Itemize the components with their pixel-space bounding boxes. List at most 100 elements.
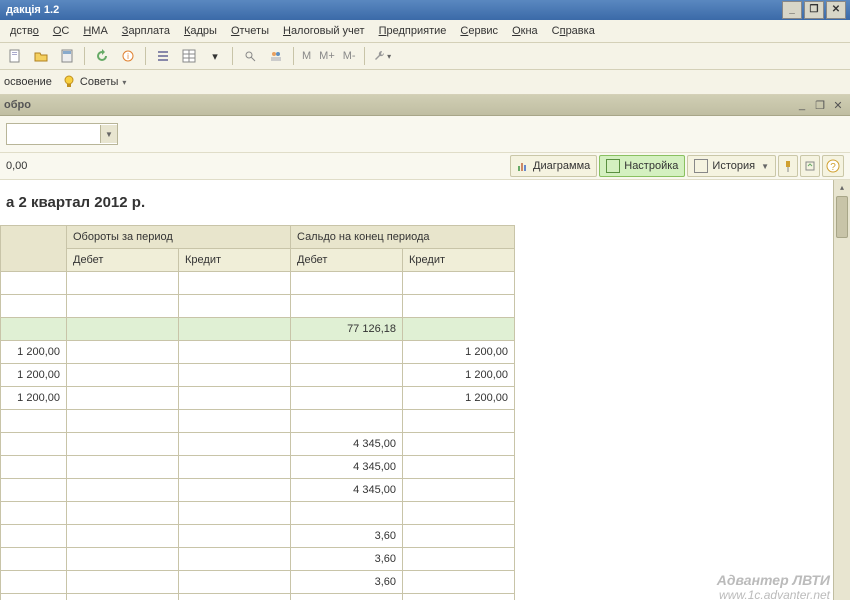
cell	[1, 318, 67, 341]
col-header-debit-2: Дебет	[291, 249, 403, 272]
toolbar-arrow-icon[interactable]: ▾	[204, 45, 226, 67]
toolbar-separator	[293, 47, 294, 65]
scroll-up-icon[interactable]: ▴	[834, 180, 850, 194]
cell	[179, 571, 291, 594]
menu-ос[interactable]: ОС	[47, 23, 76, 39]
menu-окна[interactable]: Окна	[506, 23, 544, 39]
pin-icon	[782, 160, 794, 172]
cell	[1, 410, 67, 433]
window-title: дакція 1.2	[6, 0, 59, 20]
balance-value: 0,00	[6, 160, 27, 172]
window-buttons: _ ❐ ✕	[782, 1, 846, 19]
menu-дство[interactable]: дство	[4, 23, 45, 39]
table-row[interactable]	[1, 272, 515, 295]
table-row[interactable]: 4 345,00	[1, 479, 515, 502]
cell	[1, 433, 67, 456]
toolbar-list-icon[interactable]	[152, 45, 174, 67]
minimize-button[interactable]: _	[782, 1, 802, 19]
table-row[interactable]	[1, 594, 515, 600]
toolbar-wrench-icon[interactable]: ▾	[371, 45, 393, 67]
memory-m-plus[interactable]: M+	[317, 50, 337, 62]
menu-сервис[interactable]: Сервис	[454, 23, 504, 39]
menu-справка[interactable]: Справка	[546, 23, 601, 39]
toolbar-info-icon[interactable]: i	[117, 45, 139, 67]
toolbar-table-icon[interactable]	[178, 45, 200, 67]
toolbar-refresh-icon[interactable]	[91, 45, 113, 67]
report-title: а 2 квартал 2012 р.	[6, 194, 833, 211]
cell	[67, 341, 179, 364]
cell	[67, 295, 179, 318]
cell	[179, 548, 291, 571]
menu-зарплата[interactable]: Зарплата	[116, 23, 176, 39]
list-icon	[694, 159, 708, 173]
table-row[interactable]	[1, 295, 515, 318]
cell	[403, 272, 515, 295]
account-combo[interactable]: ▼	[6, 123, 118, 145]
menu-отчеты[interactable]: Отчеты	[225, 23, 275, 39]
action-export-button[interactable]	[800, 155, 820, 177]
menu-нма[interactable]: НМА	[77, 23, 113, 39]
toolbar-users-icon[interactable]	[265, 45, 287, 67]
window-titlebar: дакція 1.2 _ ❐ ✕	[0, 0, 850, 20]
help-button[interactable]: ?	[822, 155, 844, 177]
cell	[291, 295, 403, 318]
table-row[interactable]: 1 200,001 200,00	[1, 364, 515, 387]
subwindow-minimize[interactable]: _	[794, 98, 810, 112]
table-row[interactable]: 1 200,001 200,00	[1, 387, 515, 410]
cell	[291, 272, 403, 295]
cell: 3,60	[291, 548, 403, 571]
secondary-toolbar: освоение Советы ▾	[0, 70, 850, 95]
toolbar-doc-icon[interactable]	[4, 45, 26, 67]
action-pin-button[interactable]	[778, 155, 798, 177]
cell	[403, 433, 515, 456]
toolbar-find-icon[interactable]	[239, 45, 261, 67]
table-row[interactable]: 3,60	[1, 571, 515, 594]
history-button[interactable]: История ▼	[687, 155, 776, 177]
svg-text:i: i	[127, 52, 129, 61]
restore-button[interactable]: ❐	[804, 1, 824, 19]
table-row[interactable]: 4 345,00	[1, 433, 515, 456]
osvoenie-label[interactable]: освоение	[4, 76, 52, 88]
table-row[interactable]	[1, 502, 515, 525]
svg-text:?: ?	[830, 162, 836, 173]
cell: 1 200,00	[1, 341, 67, 364]
vertical-scrollbar[interactable]: ▴	[833, 180, 850, 600]
subwindow-titlebar: обро _ ❐ ✕	[0, 95, 850, 116]
table-row[interactable]	[1, 410, 515, 433]
scroll-thumb[interactable]	[836, 196, 848, 238]
menu-налоговый учет[interactable]: Налоговый учет	[277, 23, 371, 39]
toolbar-separator	[145, 47, 146, 65]
menu-предприятие[interactable]: Предприятие	[373, 23, 453, 39]
cell: 4 345,00	[291, 479, 403, 502]
cell	[179, 272, 291, 295]
memory-m-minus[interactable]: M-	[341, 50, 358, 62]
cell	[291, 387, 403, 410]
cell	[67, 502, 179, 525]
combo-dropdown-icon[interactable]: ▼	[100, 125, 117, 143]
memory-m[interactable]: M	[300, 50, 313, 62]
cell	[67, 410, 179, 433]
table-row[interactable]: 3,60	[1, 548, 515, 571]
toolbar-open-icon[interactable]	[30, 45, 52, 67]
cell	[179, 479, 291, 502]
table-row[interactable]: 4 345,00	[1, 456, 515, 479]
close-button[interactable]: ✕	[826, 1, 846, 19]
help-icon: ?	[826, 159, 840, 173]
cell	[403, 410, 515, 433]
subwindow-close[interactable]: ✕	[830, 98, 846, 112]
col-header-credit-1: Кредит	[179, 249, 291, 272]
cell	[67, 318, 179, 341]
diagram-button[interactable]: Диаграмма	[510, 155, 597, 177]
table-row[interactable]: 3,60	[1, 525, 515, 548]
cell	[67, 364, 179, 387]
cell	[67, 387, 179, 410]
tips-button[interactable]: Советы ▾	[58, 73, 131, 91]
subwindow-restore[interactable]: ❐	[812, 98, 828, 112]
toolbar-calc-icon[interactable]	[56, 45, 78, 67]
settings-button[interactable]: Настройка	[599, 155, 685, 177]
cell	[179, 456, 291, 479]
menu-bar: дствоОСНМАЗарплатаКадрыОтчетыНалоговый у…	[0, 20, 850, 43]
table-row[interactable]: 77 126,18	[1, 318, 515, 341]
table-row[interactable]: 1 200,001 200,00	[1, 341, 515, 364]
menu-кадры[interactable]: Кадры	[178, 23, 223, 39]
